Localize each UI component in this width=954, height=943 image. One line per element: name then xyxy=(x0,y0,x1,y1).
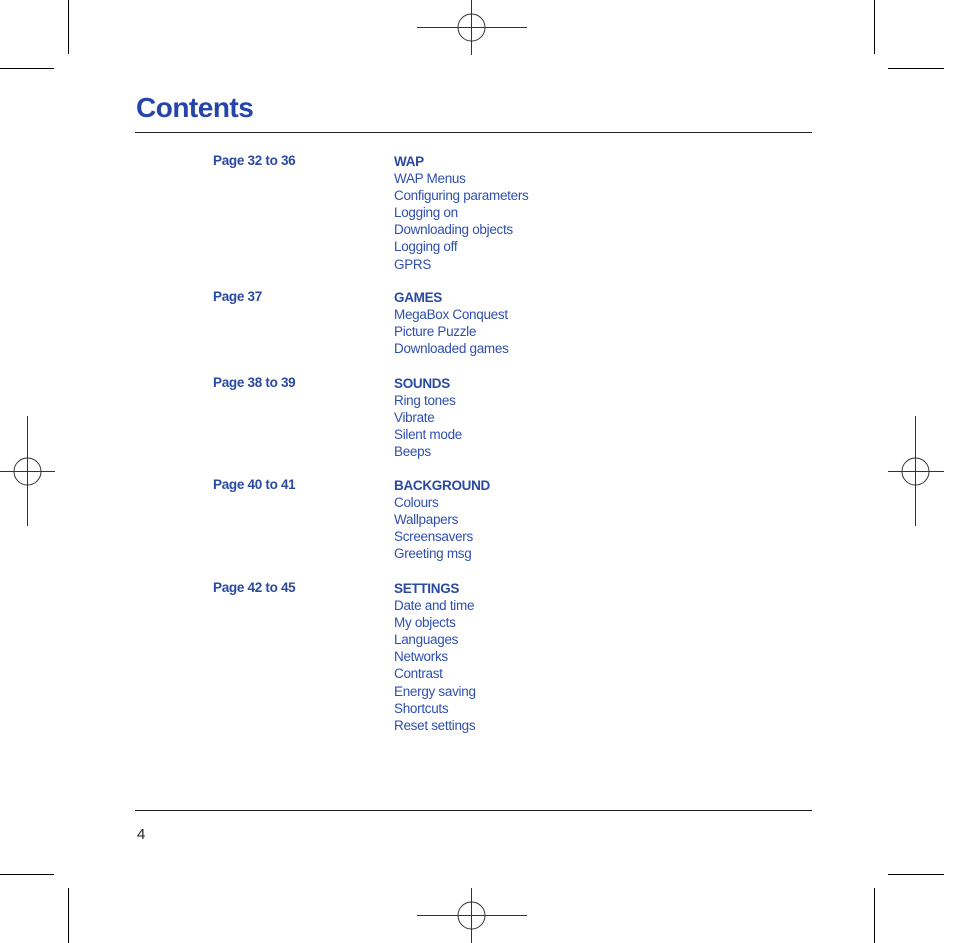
toc-section-body: GAMES MegaBox Conquest Picture Puzzle Downl… xyxy=(394,289,509,357)
crop-mark-bottom-right-horizontal xyxy=(888,874,944,875)
toc-page-range: Page 42 to 45 xyxy=(213,580,296,595)
toc-entry: Logging off xyxy=(394,239,458,255)
toc-section-body: SETTINGS Date and time My objects Languages… xyxy=(394,580,476,734)
crop-mark-top-right-vertical xyxy=(874,0,875,54)
toc-entry: Energy saving xyxy=(394,683,476,699)
crop-mark-top-left-vertical xyxy=(68,0,69,54)
toc-entry: Downloaded games xyxy=(394,341,509,357)
toc-entry: Screensavers xyxy=(394,529,473,545)
toc-entry: Silent mode xyxy=(394,427,462,443)
toc-section-body: SOUNDS Ring tones Vibrate Silent mode Beeps xyxy=(394,375,462,460)
crop-mark-bottom-left-vertical xyxy=(68,888,69,943)
toc-entry: Date and time xyxy=(394,598,475,614)
toc-entry: My objects xyxy=(394,615,456,631)
toc-entry: Greeting msg xyxy=(394,546,472,562)
footer-rule xyxy=(135,810,812,811)
toc-section-title: BACKGROUND xyxy=(394,478,490,493)
crop-mark-top-right-horizontal xyxy=(888,68,944,69)
toc-page-range: Page 40 to 41 xyxy=(213,477,296,492)
toc-entry: Downloading objects xyxy=(394,222,513,238)
page-number: 4 xyxy=(137,826,146,843)
toc-entry: Ring tones xyxy=(394,393,456,409)
crop-mark-bottom-right-vertical xyxy=(874,888,875,943)
toc-section-body: BACKGROUND Colours Wallpapers Screensavers G… xyxy=(394,477,490,562)
toc-entry: Logging on xyxy=(394,205,458,221)
toc-entry: Configuring parameters xyxy=(394,188,529,204)
toc-entry: Colours xyxy=(394,495,439,511)
header-rule xyxy=(135,132,812,133)
toc-entry: GPRS xyxy=(394,256,432,272)
crop-mark-bottom-left-horizontal xyxy=(0,874,54,875)
toc-section-title: SOUNDS xyxy=(394,376,450,391)
page-title: Contents xyxy=(136,92,254,123)
registration-mark-left xyxy=(0,416,55,526)
registration-mark-top xyxy=(417,0,527,55)
toc-section-title: GAMES xyxy=(394,290,443,305)
registration-mark-right xyxy=(888,416,944,526)
toc-page-range: Page 38 to 39 xyxy=(213,375,296,390)
toc-section-title: SETTINGS xyxy=(394,581,460,596)
toc-entry: Networks xyxy=(394,649,448,665)
toc-entry: Shortcuts xyxy=(394,700,449,716)
toc-entry: Beeps xyxy=(394,444,431,460)
toc-entry: Reset settings xyxy=(394,717,476,733)
toc-entry: Languages xyxy=(394,632,459,648)
registration-mark-bottom xyxy=(417,888,527,943)
toc-page-range: Page 37 xyxy=(213,289,262,304)
toc-entry: Wallpapers xyxy=(394,512,459,528)
toc-section-title: WAP xyxy=(394,154,424,169)
toc-section-body: WAP WAP Menus Configuring parameters Loggin… xyxy=(394,153,529,273)
toc-entry: Picture Puzzle xyxy=(394,324,477,340)
toc-entry: Contrast xyxy=(394,666,443,682)
toc-entry: WAP Menus xyxy=(394,171,466,187)
toc-page-range: Page 32 to 36 xyxy=(213,153,296,168)
toc-entry: Vibrate xyxy=(394,410,435,426)
toc-entry: MegaBox Conquest xyxy=(394,307,508,323)
crop-mark-top-left-horizontal xyxy=(0,68,54,69)
